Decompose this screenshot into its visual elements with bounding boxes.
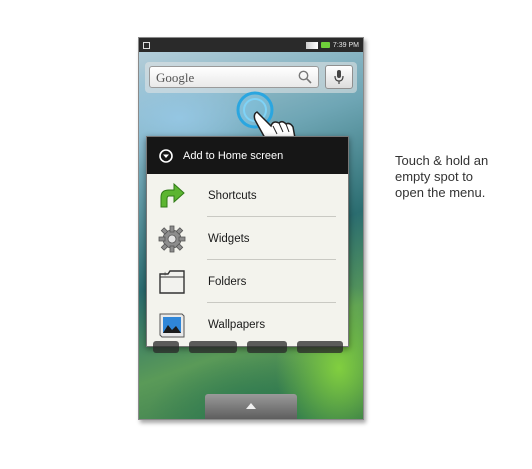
microphone-icon (334, 70, 344, 84)
menu-header: Add to Home screen (147, 137, 348, 174)
caption-line: Touch & hold an (395, 153, 489, 168)
folder-icon: + (159, 270, 185, 294)
search-label: Google (156, 70, 195, 85)
app-launcher-tab[interactable] (205, 394, 297, 419)
shortcut-arrow-icon (160, 182, 185, 208)
home-dock-shortcuts (153, 341, 359, 355)
menu-item-widgets[interactable]: Widgets (147, 217, 348, 260)
wallpaper-icon (159, 313, 185, 338)
add-to-home-menu: Add to Home screen Shortcuts Widgets + F… (146, 136, 349, 347)
menu-item-label: Shortcuts (208, 189, 257, 202)
notification-icon (143, 41, 150, 49)
search-input[interactable]: Google (149, 66, 319, 88)
menu-item-folders[interactable]: + Folders (147, 260, 348, 303)
menu-title: Add to Home screen (183, 149, 284, 162)
menu-item-label: Folders (208, 275, 247, 288)
phone-screen: 7:39 PM Google Add to Home screen Shortc… (138, 37, 364, 420)
instruction-caption: Touch & hold an empty spot to open the m… (395, 153, 520, 201)
gear-icon (158, 225, 186, 253)
status-bar: 7:39 PM (139, 38, 363, 52)
menu-item-shortcuts[interactable]: Shortcuts (147, 174, 348, 217)
menu-item-wallpapers[interactable]: Wallpapers (147, 303, 348, 346)
voice-search-button[interactable] (325, 65, 353, 89)
add-circle-icon (159, 148, 173, 163)
status-icons: 7:39 PM (305, 41, 359, 49)
svg-text:+: + (163, 271, 167, 278)
status-time: 7:39 PM (332, 41, 359, 49)
menu-item-label: Widgets (208, 232, 250, 245)
google-search-widget[interactable]: Google (145, 62, 357, 93)
menu-item-label: Wallpapers (208, 318, 266, 331)
caption-line: empty spot to (395, 169, 474, 184)
caption-line: open the menu. (395, 185, 486, 200)
chevron-up-icon (246, 403, 256, 409)
dock-icon[interactable] (189, 341, 237, 353)
dock-icon[interactable] (297, 341, 343, 353)
search-icon (298, 70, 312, 84)
signal-icon (305, 41, 318, 49)
battery-icon (320, 42, 330, 48)
dock-icon[interactable] (153, 341, 179, 353)
dock-icon[interactable] (247, 341, 287, 353)
